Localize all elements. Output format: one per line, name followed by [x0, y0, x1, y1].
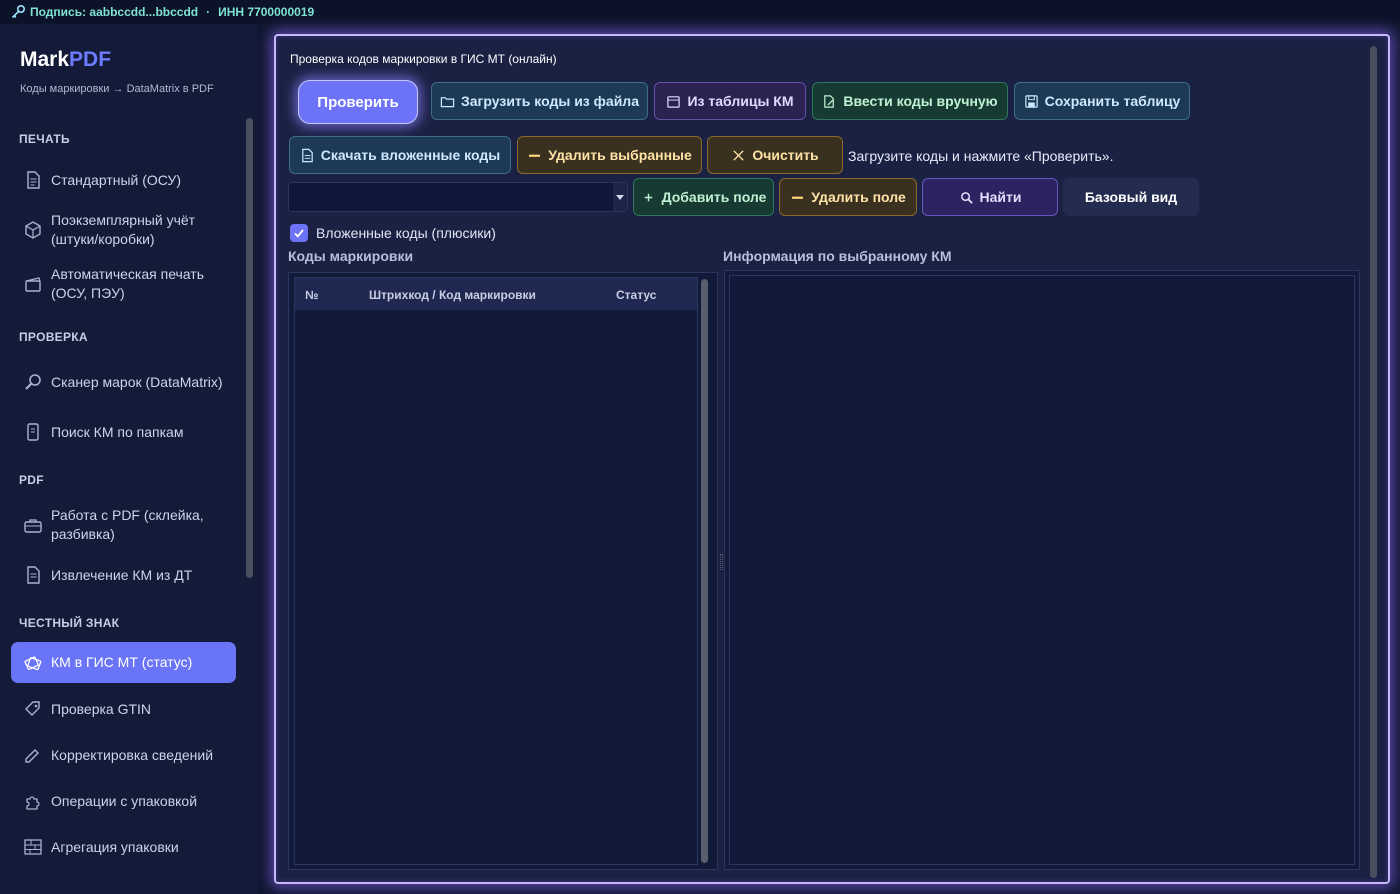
- sidebar-item-standard[interactable]: Стандартный (ОСУ): [11, 164, 236, 196]
- document-icon: [27, 171, 40, 189]
- hint-text: Загрузите коды и нажмите «Проверить».: [848, 148, 1114, 164]
- sidebar-item-aggregation[interactable]: Агрегация упаковки: [11, 831, 236, 863]
- info-group-title: Информация по выбранному КМ: [723, 248, 952, 264]
- box-icon: [25, 221, 41, 239]
- search-field-select[interactable]: [288, 182, 628, 212]
- sidebar-item-auto-print[interactable]: Автоматическая печать (ОСУ, ПЭУ): [11, 264, 236, 304]
- download-nested-codes-button[interactable]: Скачать вложенные коды: [289, 136, 511, 174]
- info-group: [724, 270, 1360, 870]
- km-info-text-area[interactable]: [729, 275, 1355, 865]
- main-panel: Проверка кодов маркировки в ГИС МТ (онла…: [274, 34, 1390, 884]
- add-field-button[interactable]: Добавить поле: [633, 178, 774, 216]
- magnifier-icon: [25, 374, 41, 390]
- clapper-icon: [25, 277, 41, 292]
- delete-field-button[interactable]: Удалить поле: [779, 178, 917, 216]
- brand-subtitle: Коды маркировки → DataMatrix в PDF: [20, 83, 214, 95]
- delete-selected-button[interactable]: Удалить выбранные: [517, 136, 702, 174]
- check-button[interactable]: Проверить: [298, 80, 418, 124]
- signature-text: Подпись: aabbccdd...bbccdd: [30, 5, 199, 19]
- minus-icon: [529, 154, 541, 157]
- load-file-button[interactable]: Загрузить коды из файла: [431, 82, 648, 120]
- from-table-button[interactable]: Из таблицы КМ: [654, 82, 806, 120]
- sidebar-item-folder-search[interactable]: Поиск КМ по папкам: [11, 416, 236, 448]
- page-title: Проверка кодов маркировки в ГИС МТ (онла…: [290, 52, 557, 66]
- sidebar-item-scanner[interactable]: Сканер марок (DataMatrix): [11, 362, 236, 402]
- column-status[interactable]: Статус: [616, 288, 656, 302]
- codes-table[interactable]: № Штрихкод / Код маркировки Статус: [294, 277, 698, 865]
- sidebar-item-extract-dt[interactable]: Извлечение КМ из ДТ: [11, 559, 236, 591]
- sidebar-item-correction[interactable]: Корректировка сведений: [11, 739, 236, 771]
- minus-icon: [792, 196, 804, 199]
- codes-group: № Штрихкод / Код маркировки Статус: [288, 272, 718, 870]
- chevron-down-icon[interactable]: [613, 183, 627, 211]
- sidebar-item-pdf-tools[interactable]: Работа с PDF (склейка, разбивка): [11, 505, 236, 545]
- inn-text: ИНН 7700000019: [218, 5, 315, 19]
- column-barcode[interactable]: Штрихкод / Код маркировки: [369, 288, 536, 302]
- bricks-icon: [24, 839, 42, 855]
- search-icon: [960, 191, 973, 204]
- sidebar-item-km-gis-status[interactable]: КМ в ГИС МТ (статус): [11, 642, 236, 683]
- manual-entry-button[interactable]: Ввести коды вручную: [812, 82, 1008, 120]
- nested-codes-checkbox[interactable]: [290, 224, 308, 242]
- brand-logo: MarkPDF: [20, 48, 112, 71]
- base-view-button[interactable]: Базовый вид: [1063, 178, 1199, 216]
- puzzle-icon: [26, 796, 40, 810]
- pencil-icon: [25, 749, 39, 763]
- close-icon: [733, 149, 745, 161]
- table-header: № Штрихкод / Код маркировки Статус: [295, 278, 697, 310]
- sidebar-scrollbar[interactable]: [246, 118, 253, 578]
- tag-icon: [25, 701, 40, 716]
- separator: ·: [206, 5, 211, 19]
- clear-button[interactable]: Очистить: [707, 136, 843, 174]
- edit-document-icon: [824, 94, 835, 108]
- codes-group-title: Коды маркировки: [288, 248, 414, 264]
- calendar-icon: [667, 95, 681, 108]
- toolbox-icon: [24, 519, 42, 533]
- check-icon: [294, 229, 304, 238]
- document-icon: [27, 566, 40, 584]
- save-table-button[interactable]: Сохранить таблицу: [1014, 82, 1190, 120]
- codes-table-scrollbar[interactable]: [701, 279, 708, 863]
- sidebar: MarkPDF Коды маркировки → DataMatrix в P…: [0, 24, 258, 894]
- sidebar-item-per-unit[interactable]: Поэкземплярный учёт (штуки/коробки): [11, 210, 236, 250]
- section-honest-sign: ЧЕСТНЫЙ ЗНАК: [19, 616, 120, 630]
- file-search-icon: [27, 423, 39, 441]
- nested-codes-label: Вложенные коды (плюсики): [316, 225, 496, 241]
- save-icon: [1024, 94, 1038, 108]
- section-print: ПЕЧАТЬ: [19, 132, 70, 146]
- sidebar-item-package-ops[interactable]: Операции с упаковкой: [11, 785, 236, 817]
- section-check: ПРОВЕРКА: [19, 330, 88, 344]
- splitter-handle[interactable]: [720, 554, 723, 570]
- document-icon: [301, 148, 313, 162]
- column-number[interactable]: №: [305, 288, 318, 302]
- plus-icon: [644, 193, 652, 201]
- sidebar-item-gtin-check[interactable]: Проверка GTIN: [11, 693, 236, 725]
- tickets-icon: [24, 656, 42, 670]
- section-pdf: PDF: [19, 473, 44, 487]
- find-button[interactable]: Найти: [922, 178, 1058, 216]
- key-icon: [11, 4, 26, 19]
- signature-status-bar: Подпись: aabbccdd...bbccdd · ИНН 7700000…: [0, 0, 1400, 24]
- folder-icon: [440, 96, 455, 107]
- main-scrollbar[interactable]: [1370, 46, 1377, 878]
